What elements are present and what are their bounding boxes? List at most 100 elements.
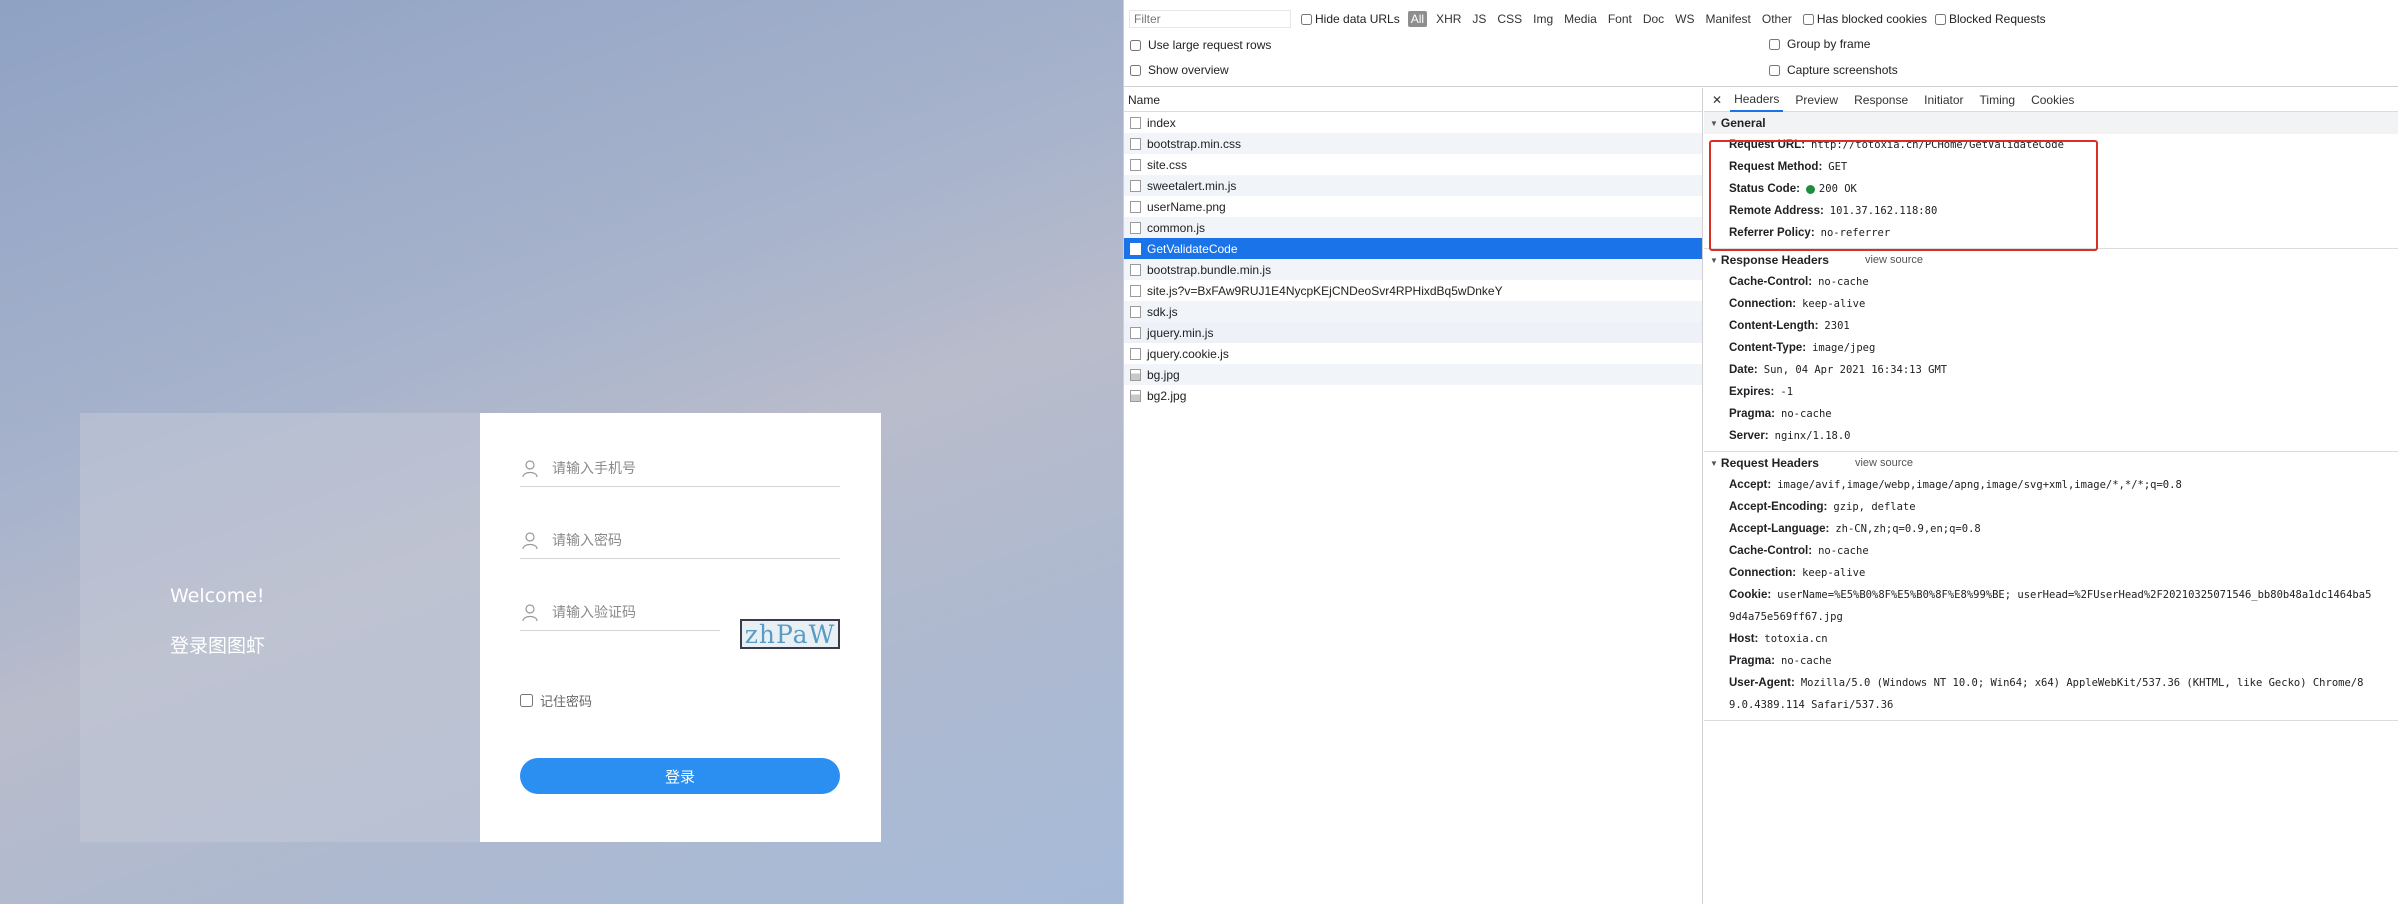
view-source-link[interactable]: view source: [1865, 254, 1923, 266]
tab-initiator[interactable]: Initiator: [1924, 88, 1963, 112]
header-row: User-Agent: Mozilla/5.0 (Windows NT 10.0…: [1704, 672, 2398, 694]
request-row[interactable]: sdk.js: [1124, 301, 1702, 322]
capture-screenshots-option[interactable]: Capture screenshots: [1769, 63, 1898, 77]
header-row: Expires: -1: [1704, 381, 2398, 403]
request-list: Name index bootstrap.min.css site.css sw…: [1124, 88, 1703, 904]
use-large-rows-checkbox[interactable]: [1130, 39, 1141, 51]
hide-data-urls-checkbox[interactable]: [1301, 13, 1312, 25]
header-key: Request URL:: [1729, 139, 1806, 151]
type-filter-xhr[interactable]: XHR: [1436, 12, 1461, 26]
header-row: Cache-Control: no-cache: [1704, 271, 2398, 293]
has-blocked-cookies-option[interactable]: Has blocked cookies: [1802, 12, 1927, 26]
header-value: zh-CN,zh;q=0.9,en;q=0.8: [1835, 523, 1981, 535]
phone-input[interactable]: [552, 460, 792, 477]
remember-checkbox[interactable]: [520, 694, 533, 707]
file-icon: [1130, 221, 1141, 234]
filter-input[interactable]: [1129, 10, 1291, 28]
tab-timing[interactable]: Timing: [1980, 88, 2016, 112]
request-row[interactable]: userName.png: [1124, 196, 1702, 217]
remember-password[interactable]: 记住密码: [520, 691, 592, 710]
file-icon: [1130, 158, 1141, 171]
blocked-requests-label: Blocked Requests: [1948, 12, 2046, 26]
request-row[interactable]: common.js: [1124, 217, 1702, 238]
show-overview-option[interactable]: Show overview: [1130, 63, 1229, 77]
image-file-icon: [1130, 368, 1141, 381]
header-row: Cache-Control: no-cache: [1704, 540, 2398, 562]
login-form: zhPaW 记住密码 登录: [480, 413, 881, 842]
image-file-icon: [1130, 389, 1141, 402]
hide-data-urls-option[interactable]: Hide data URLs: [1301, 12, 1400, 26]
group-by-frame-option[interactable]: Group by frame: [1769, 37, 1870, 51]
type-filter-manifest[interactable]: Manifest: [1706, 12, 1751, 26]
tab-response[interactable]: Response: [1854, 88, 1908, 112]
header-value: no-cache: [1781, 655, 1832, 667]
type-filter-doc[interactable]: Doc: [1643, 12, 1664, 26]
header-value: keep-alive: [1802, 567, 1866, 579]
file-icon: [1130, 347, 1141, 360]
header-key: Expires:: [1729, 386, 1775, 398]
request-row[interactable]: bg.jpg: [1124, 364, 1702, 385]
type-filter-media[interactable]: Media: [1564, 12, 1597, 26]
tab-headers[interactable]: Headers: [1730, 88, 1784, 112]
type-filter-js[interactable]: JS: [1472, 12, 1486, 26]
header-value: totoxia.cn: [1764, 633, 1828, 645]
user-icon: [522, 459, 538, 477]
triangle-down-icon: ▼: [1710, 458, 1718, 468]
header-key: Cache-Control:: [1729, 545, 1813, 557]
request-row[interactable]: bootstrap.min.css: [1124, 133, 1702, 154]
name-column-header[interactable]: Name: [1124, 88, 1702, 112]
header-row: Remote Address: 101.37.162.118:80: [1704, 200, 2398, 222]
request-row[interactable]: site.js?v=BxFAw9RUJ1E4NycpKEjCNDeoSvr4RP…: [1124, 280, 1702, 301]
remember-label: 记住密码: [540, 695, 593, 710]
show-overview-checkbox[interactable]: [1130, 64, 1141, 76]
header-value-continued: 9.0.4389.114 Safari/537.36: [1729, 699, 1894, 711]
request-row[interactable]: sweetalert.min.js: [1124, 175, 1702, 196]
request-row[interactable]: bg2.jpg: [1124, 385, 1702, 406]
close-icon[interactable]: ✕: [1712, 93, 1722, 107]
blocked-requests-option[interactable]: Blocked Requests: [1934, 12, 2046, 26]
general-section-header[interactable]: ▼ General: [1704, 112, 2398, 134]
welcome-subtitle: 登录图图虾: [170, 635, 266, 657]
view-source-link[interactable]: view source: [1855, 457, 1913, 469]
request-name: jquery.cookie.js: [1147, 346, 1229, 361]
type-filter-other[interactable]: Other: [1762, 12, 1792, 26]
welcome-title: Welcome!: [170, 585, 265, 607]
use-large-rows-option[interactable]: Use large request rows: [1130, 38, 1271, 52]
header-key: Remote Address:: [1729, 205, 1824, 217]
header-key: Content-Type:: [1729, 342, 1807, 354]
header-key: Accept:: [1729, 479, 1772, 491]
header-value: keep-alive: [1802, 298, 1866, 310]
password-input[interactable]: [552, 532, 792, 549]
request-row[interactable]: jquery.cookie.js: [1124, 343, 1702, 364]
type-filter-font[interactable]: Font: [1608, 12, 1632, 26]
tab-preview[interactable]: Preview: [1795, 88, 1838, 112]
has-blocked-cookies-label: Has blocked cookies: [1816, 12, 1927, 26]
request-row[interactable]: jquery.min.js: [1124, 322, 1702, 343]
type-filter-all[interactable]: All: [1407, 11, 1428, 27]
type-filter-css[interactable]: CSS: [1497, 12, 1522, 26]
group-by-frame-checkbox[interactable]: [1769, 38, 1780, 50]
response-headers-section-header[interactable]: ▼ Response Headers view source: [1704, 249, 2398, 271]
request-name: sweetalert.min.js: [1147, 178, 1237, 193]
filter-bar: Hide data URLs All XHR JS CSS Img Media …: [1124, 8, 2398, 30]
header-value: no-cache: [1818, 276, 1869, 288]
request-name: bg2.jpg: [1147, 388, 1187, 403]
request-headers-section-header[interactable]: ▼ Request Headers view source: [1704, 452, 2398, 474]
blocked-requests-checkbox[interactable]: [1934, 13, 1946, 25]
capture-screenshots-checkbox[interactable]: [1769, 64, 1780, 76]
request-row-selected[interactable]: GetValidateCode: [1124, 238, 1702, 259]
captcha-input[interactable]: [552, 604, 712, 621]
header-row: Host: totoxia.cn: [1704, 628, 2398, 650]
login-page-background: Welcome! 登录图图虾 请输入手机号 请输入验证码 zhPaW 记住密码 …: [0, 0, 1123, 904]
request-row[interactable]: index: [1124, 112, 1702, 133]
has-blocked-cookies-checkbox[interactable]: [1802, 13, 1814, 25]
phone-field: [520, 451, 840, 487]
request-row[interactable]: bootstrap.bundle.min.js: [1124, 259, 1702, 280]
request-row[interactable]: site.css: [1124, 154, 1702, 175]
type-filter-img[interactable]: Img: [1533, 12, 1553, 26]
captcha-image[interactable]: zhPaW: [740, 619, 840, 649]
login-button[interactable]: 登录: [520, 758, 840, 794]
header-value-continued: 9d4a75e569ff67.jpg: [1729, 611, 1843, 623]
type-filter-ws[interactable]: WS: [1675, 12, 1694, 26]
tab-cookies[interactable]: Cookies: [2031, 88, 2074, 112]
